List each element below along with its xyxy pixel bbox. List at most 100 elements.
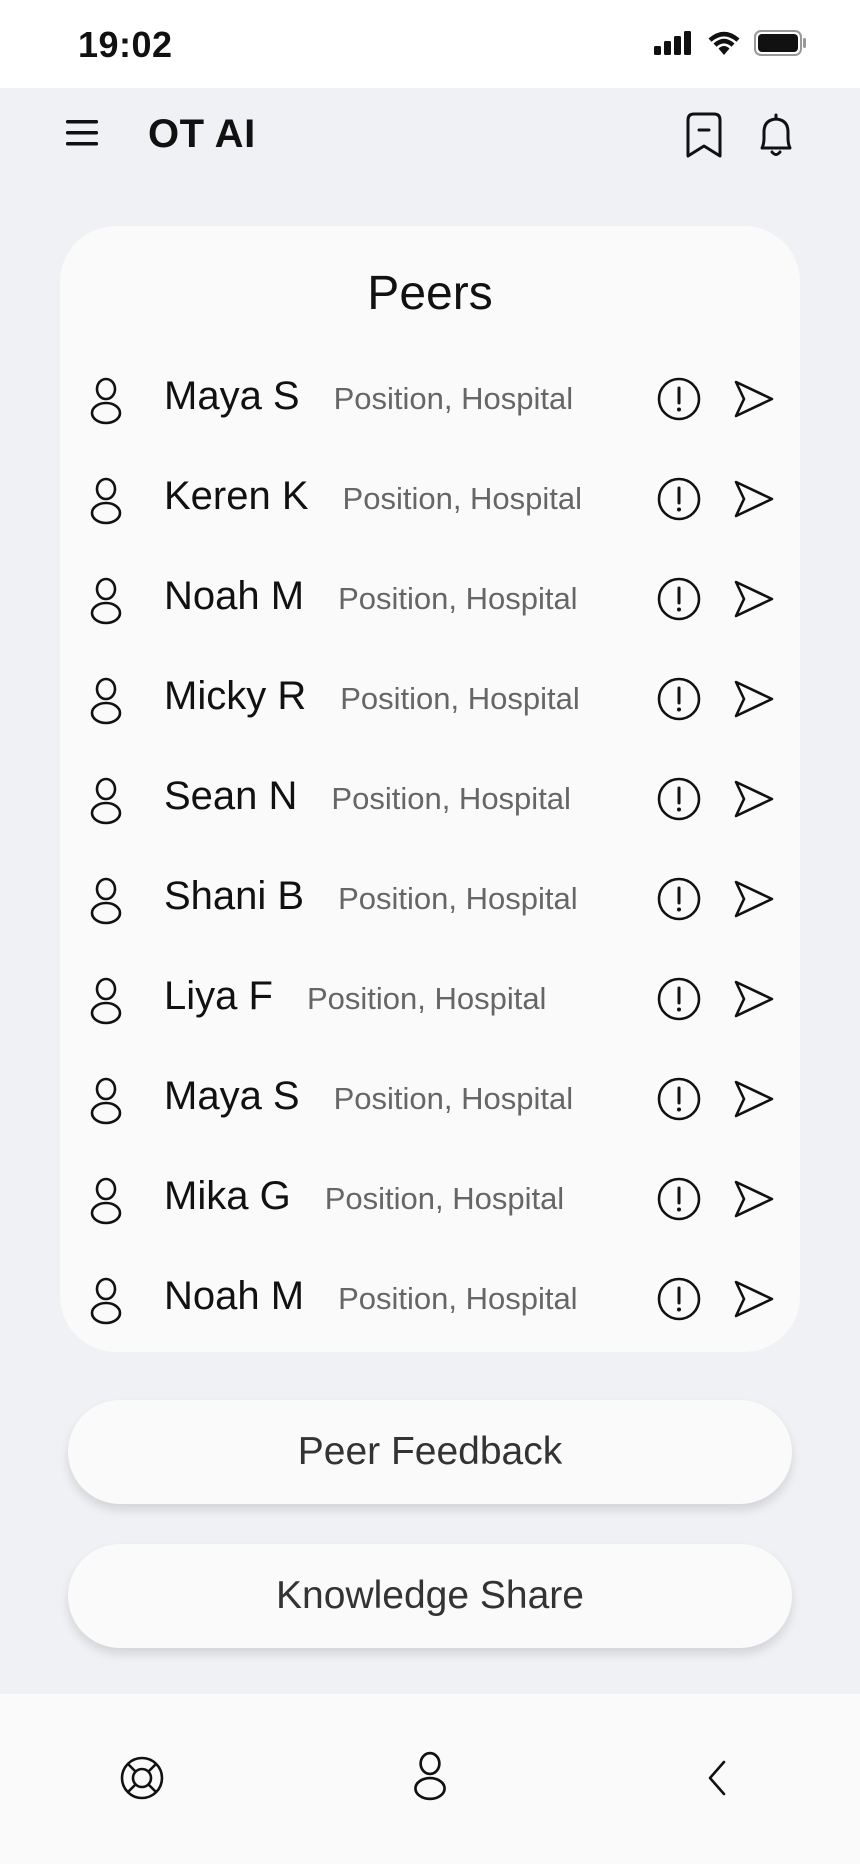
app-bar: OT AI xyxy=(0,88,860,180)
peer-row[interactable]: Maya S Position, Hospital xyxy=(60,352,800,452)
peer-info-button[interactable] xyxy=(656,1076,702,1122)
person-icon xyxy=(88,1076,124,1126)
peer-name-text: Mika G xyxy=(164,1174,291,1218)
person-icon xyxy=(88,876,124,926)
peer-send-button[interactable] xyxy=(730,376,776,422)
peer-name: Noah M Position, Hospital xyxy=(164,1274,578,1319)
peer-send-button[interactable] xyxy=(730,876,776,922)
send-icon xyxy=(734,480,774,518)
peer-send-button[interactable] xyxy=(730,1276,776,1322)
peer-name: Sean N Position, Hospital xyxy=(164,774,571,819)
peer-info-button[interactable] xyxy=(656,676,702,722)
peer-position: Position, Hospital xyxy=(333,1081,574,1116)
peer-name-text: Noah M xyxy=(164,574,305,618)
peer-send-button[interactable] xyxy=(730,576,776,622)
notifications-button[interactable] xyxy=(752,110,800,162)
person-icon xyxy=(88,1276,124,1326)
person-icon xyxy=(88,676,124,726)
peer-info-button[interactable] xyxy=(656,576,702,622)
bell-icon xyxy=(760,113,792,156)
info-icon xyxy=(657,577,701,621)
peer-row[interactable]: Maya S Position, Hospital xyxy=(60,1052,800,1152)
person-icon xyxy=(88,376,124,426)
peer-name-text: Maya S xyxy=(164,374,300,418)
peer-row[interactable]: Mika G Position, Hospital xyxy=(60,1152,800,1252)
peer-position: Position, Hospital xyxy=(331,781,571,816)
peer-send-button[interactable] xyxy=(730,776,776,822)
peer-position: Position, Hospital xyxy=(342,481,583,516)
peer-name: Keren K Position, Hospital xyxy=(164,474,582,519)
support-nav-button[interactable] xyxy=(118,1754,166,1802)
peer-send-button[interactable] xyxy=(730,976,776,1022)
info-icon xyxy=(657,477,701,521)
peer-position: Position, Hospital xyxy=(306,981,547,1016)
person-icon xyxy=(88,476,124,526)
peer-info-button[interactable] xyxy=(656,976,702,1022)
peer-row[interactable]: Micky R Position, Hospital xyxy=(60,652,800,752)
battery-icon xyxy=(754,30,806,56)
info-icon xyxy=(657,1277,701,1321)
status-icons xyxy=(654,30,808,56)
bookmark-icon xyxy=(686,112,722,158)
peer-name-text: Sean N xyxy=(164,774,298,818)
send-icon xyxy=(734,780,774,818)
peer-row[interactable]: Noah M Position, Hospital xyxy=(60,1252,800,1352)
peer-position: Position, Hospital xyxy=(340,681,580,716)
peer-name: Micky R Position, Hospital xyxy=(164,674,580,719)
peer-info-button[interactable] xyxy=(656,476,702,522)
peer-row[interactable]: Shani B Position, Hospital xyxy=(60,852,800,952)
info-icon xyxy=(657,677,701,721)
peer-name: Shani B Position, Hospital xyxy=(164,874,578,919)
peer-position: Position, Hospital xyxy=(338,581,578,616)
peer-info-button[interactable] xyxy=(656,776,702,822)
person-icon xyxy=(88,576,124,626)
peer-name: Maya S Position, Hospital xyxy=(164,374,573,419)
peer-send-button[interactable] xyxy=(730,676,776,722)
peer-name: Noah M Position, Hospital xyxy=(164,574,578,619)
peer-list: Maya S Position, Hospital Keren K Position… xyxy=(60,352,800,1352)
peer-send-button[interactable] xyxy=(730,1176,776,1222)
peer-info-button[interactable] xyxy=(656,1276,702,1322)
send-icon xyxy=(734,1180,774,1218)
peer-name-text: Micky R xyxy=(164,674,307,718)
status-time: 19:02 xyxy=(78,24,173,65)
bottom-nav xyxy=(0,1694,860,1864)
send-icon xyxy=(734,980,774,1018)
peer-send-button[interactable] xyxy=(730,1076,776,1122)
lifebuoy-icon xyxy=(120,1756,164,1800)
person-icon xyxy=(414,1751,446,1801)
send-icon xyxy=(734,380,774,418)
peer-name-text: Noah M xyxy=(164,1274,305,1318)
peer-feedback-button[interactable]: Peer Feedback xyxy=(68,1400,792,1504)
send-icon xyxy=(734,580,774,618)
profile-nav-button[interactable] xyxy=(410,1750,450,1802)
peer-name: Mika G Position, Hospital xyxy=(164,1174,564,1219)
peer-name: Maya S Position, Hospital xyxy=(164,1074,573,1119)
peer-row[interactable]: Liya F Position, Hospital xyxy=(60,952,800,1052)
back-nav-button[interactable] xyxy=(700,1754,734,1802)
peer-name: Liya F Position, Hospital xyxy=(164,974,546,1019)
bookmark-button[interactable] xyxy=(680,110,728,162)
chevron-left-icon xyxy=(708,1760,726,1796)
menu-icon xyxy=(66,120,98,146)
peer-info-button[interactable] xyxy=(656,1176,702,1222)
peer-row[interactable]: Keren K Position, Hospital xyxy=(60,452,800,552)
peer-row[interactable]: Noah M Position, Hospital xyxy=(60,552,800,652)
send-icon xyxy=(734,880,774,918)
peer-row[interactable]: Sean N Position, Hospital xyxy=(60,752,800,852)
cellular-signal-icon xyxy=(654,31,691,55)
peers-title: Peers xyxy=(367,267,493,320)
peer-send-button[interactable] xyxy=(730,476,776,522)
info-icon xyxy=(657,877,701,921)
info-icon xyxy=(657,1177,701,1221)
person-icon xyxy=(88,1176,124,1226)
send-icon xyxy=(734,1280,774,1318)
info-icon xyxy=(657,977,701,1021)
peer-info-button[interactable] xyxy=(656,876,702,922)
peer-info-button[interactable] xyxy=(656,376,702,422)
send-icon xyxy=(734,680,774,718)
knowledge-share-button[interactable]: Knowledge Share xyxy=(68,1544,792,1648)
app-title: OT AI xyxy=(148,112,256,156)
peer-name-text: Liya F xyxy=(164,974,273,1018)
menu-button[interactable] xyxy=(62,114,106,152)
